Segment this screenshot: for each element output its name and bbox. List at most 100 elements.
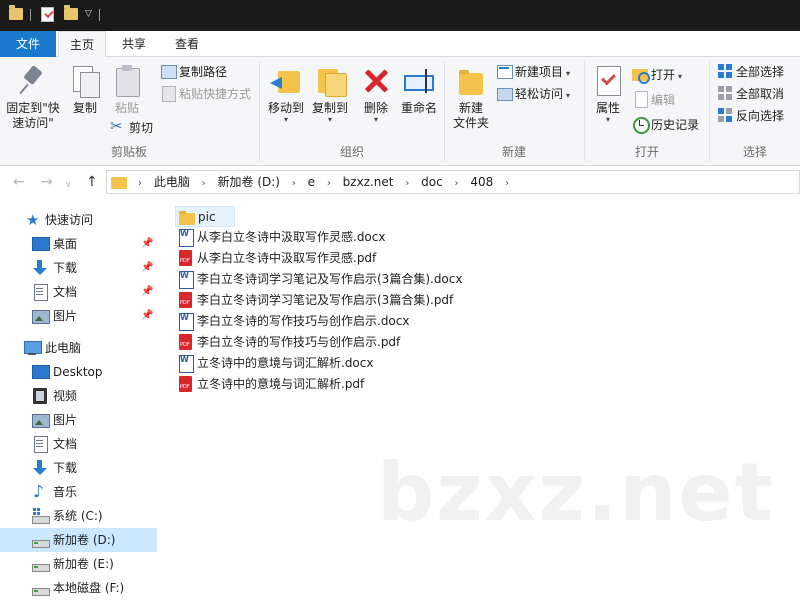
paste-label: 粘贴 (114, 101, 139, 115)
nav-label: 新加卷 (E:) (53, 557, 114, 571)
tab-home[interactable]: 主页 (58, 31, 106, 58)
breadcrumb-bzxz[interactable]: bzxz.net (343, 171, 394, 193)
chevron-down-icon: ▾ (605, 115, 610, 124)
watermark: bzxz.net (377, 446, 775, 539)
new-folder-button[interactable]: 新建 文件夹 (449, 61, 493, 131)
breadcrumb-chevron-icon[interactable]: › (327, 173, 331, 195)
pinned-icon: 📌 (141, 310, 154, 321)
copy-path-button[interactable]: 复制路径 (160, 62, 227, 82)
nav-drive-f[interactable]: 本地磁盘 (F:) (0, 576, 157, 600)
move-to-label: 移动到 (267, 101, 304, 115)
pin-to-quick-access-button[interactable]: 固定到"快 速访问" (4, 61, 62, 131)
tab-view[interactable]: 查看 (162, 31, 212, 57)
drive-icon (32, 580, 50, 596)
breadcrumb-chevron-icon[interactable]: › (455, 173, 459, 195)
select-all-icon (717, 63, 733, 79)
word-document-icon (178, 313, 194, 331)
select-none-button[interactable]: 全部取消 (717, 84, 784, 104)
breadcrumb-doc[interactable]: doc (421, 171, 443, 193)
new-folder-quick-icon[interactable] (64, 5, 78, 20)
open-button[interactable]: 打开 ▾ (632, 65, 682, 85)
nav-qa-documents[interactable]: 文档 📌 (0, 280, 157, 304)
tab-file[interactable]: 文件 (0, 31, 56, 57)
pin-label-line2: 速访问" (12, 116, 54, 130)
documents-icon (32, 284, 48, 301)
ribbon-tabs: 文件 主页 共享 查看 (0, 31, 800, 58)
drive-icon (32, 556, 50, 572)
breadcrumb-e[interactable]: e (308, 171, 315, 193)
folder-icon (111, 175, 127, 189)
tab-share[interactable]: 共享 (110, 31, 158, 57)
nav-this-pc[interactable]: 此电脑 (0, 336, 157, 360)
nav-pc-desktop[interactable]: Desktop (0, 360, 157, 384)
new-item-icon (496, 63, 513, 79)
address-bar[interactable]: › 此电脑 › 新加卷 (D:) › e › bzxz.net › doc › … (106, 170, 800, 194)
nav-label: 下载 (53, 461, 78, 475)
recent-locations-chevron-icon[interactable]: ∨ (65, 177, 72, 193)
copy-button[interactable]: 复制 (66, 61, 104, 116)
copy-to-button[interactable]: 复制到 ▾ (308, 61, 352, 124)
paste-shortcut-button[interactable]: 粘贴快捷方式 (160, 84, 251, 104)
cut-button[interactable]: 剪切 (110, 116, 153, 138)
word-document-icon (178, 355, 194, 373)
star-icon (26, 208, 42, 232)
pin-label-line1: 固定到"快 (6, 101, 60, 115)
nav-quick-access[interactable]: 快速访问 (0, 208, 157, 232)
invert-selection-button[interactable]: 反向选择 (717, 106, 784, 126)
nav-pc-music[interactable]: 音乐 (0, 480, 157, 504)
drive-icon (32, 532, 50, 548)
chevron-down-icon: ▾ (327, 115, 332, 124)
copy-to-icon (314, 65, 347, 97)
breadcrumb-chevron-icon[interactable]: › (292, 173, 296, 195)
chevron-down-icon: ▾ (566, 69, 571, 78)
new-group-label: 新建 (501, 145, 526, 159)
folder-icon (179, 209, 195, 226)
desktop-icon (32, 236, 50, 252)
nav-label: 快速访问 (45, 213, 94, 227)
address-row: ← → ∨ ↑ › 此电脑 › 新加卷 (D:) › e › bzxz.net … (0, 166, 800, 198)
edit-button[interactable]: 编辑 (632, 90, 675, 110)
pinned-icon: 📌 (141, 238, 154, 249)
file-name: 立冬诗中的意境与词汇解析.pdf (197, 377, 365, 391)
select-all-button[interactable]: 全部选择 (717, 62, 784, 82)
breadcrumb-chevron-icon[interactable]: › (505, 173, 509, 195)
nav-drive-c[interactable]: 系统 (C:) (0, 504, 157, 528)
nav-drive-e[interactable]: 新加卷 (E:) (0, 552, 157, 576)
new-item-button[interactable]: 新建项目 ▾ (496, 62, 570, 82)
nav-pc-documents[interactable]: 文档 (0, 432, 157, 456)
nav-label: 本地磁盘 (F:) (53, 581, 125, 595)
edit-icon (632, 91, 648, 108)
easy-access-button[interactable]: 轻松访问 ▾ (496, 84, 570, 104)
nav-qa-desktop[interactable]: 桌面 📌 (0, 232, 157, 256)
copy-path-icon (160, 63, 177, 79)
paste-button[interactable]: 粘贴 (108, 61, 146, 116)
back-arrow-icon[interactable]: ← (13, 174, 25, 190)
properties-quick-icon[interactable] (41, 7, 54, 22)
organize-group-label: 组织 (339, 145, 364, 159)
breadcrumb-chevron-icon[interactable]: › (138, 173, 142, 195)
breadcrumb-drive-d[interactable]: 新加卷 (D:) (218, 171, 280, 193)
rename-button[interactable]: 重命名 (397, 61, 441, 116)
customize-toolbar-chevron-icon[interactable]: ▽ (85, 9, 92, 19)
move-to-button[interactable]: 移动到 ▾ (264, 61, 308, 124)
properties-button[interactable]: 属性 ▾ (589, 61, 627, 124)
nav-pc-downloads[interactable]: 下载 (0, 456, 157, 480)
history-button[interactable]: 历史记录 (632, 115, 699, 135)
breadcrumb-this-pc[interactable]: 此电脑 (154, 171, 190, 193)
pictures-icon (32, 308, 50, 324)
edit-label: 编辑 (651, 93, 676, 107)
breadcrumb-chevron-icon[interactable]: › (405, 173, 409, 195)
nav-pc-videos[interactable]: 视频 (0, 384, 157, 408)
nav-drive-d[interactable]: 新加卷 (D:) (0, 528, 157, 552)
nav-qa-downloads[interactable]: 下载 📌 (0, 256, 157, 280)
list-item[interactable]: pic (175, 206, 235, 227)
up-arrow-icon[interactable]: ↑ (86, 174, 98, 190)
pdf-icon (178, 334, 194, 351)
breadcrumb-chevron-icon[interactable]: › (202, 173, 206, 195)
forward-arrow-icon[interactable]: → (41, 174, 53, 190)
breadcrumb-408[interactable]: 408 (470, 171, 493, 193)
nav-pc-pictures[interactable]: 图片 (0, 408, 157, 432)
nav-qa-pictures[interactable]: 图片 📌 (0, 304, 157, 328)
paste-icon (111, 65, 143, 97)
delete-button[interactable]: 删除 ▾ (359, 61, 393, 124)
